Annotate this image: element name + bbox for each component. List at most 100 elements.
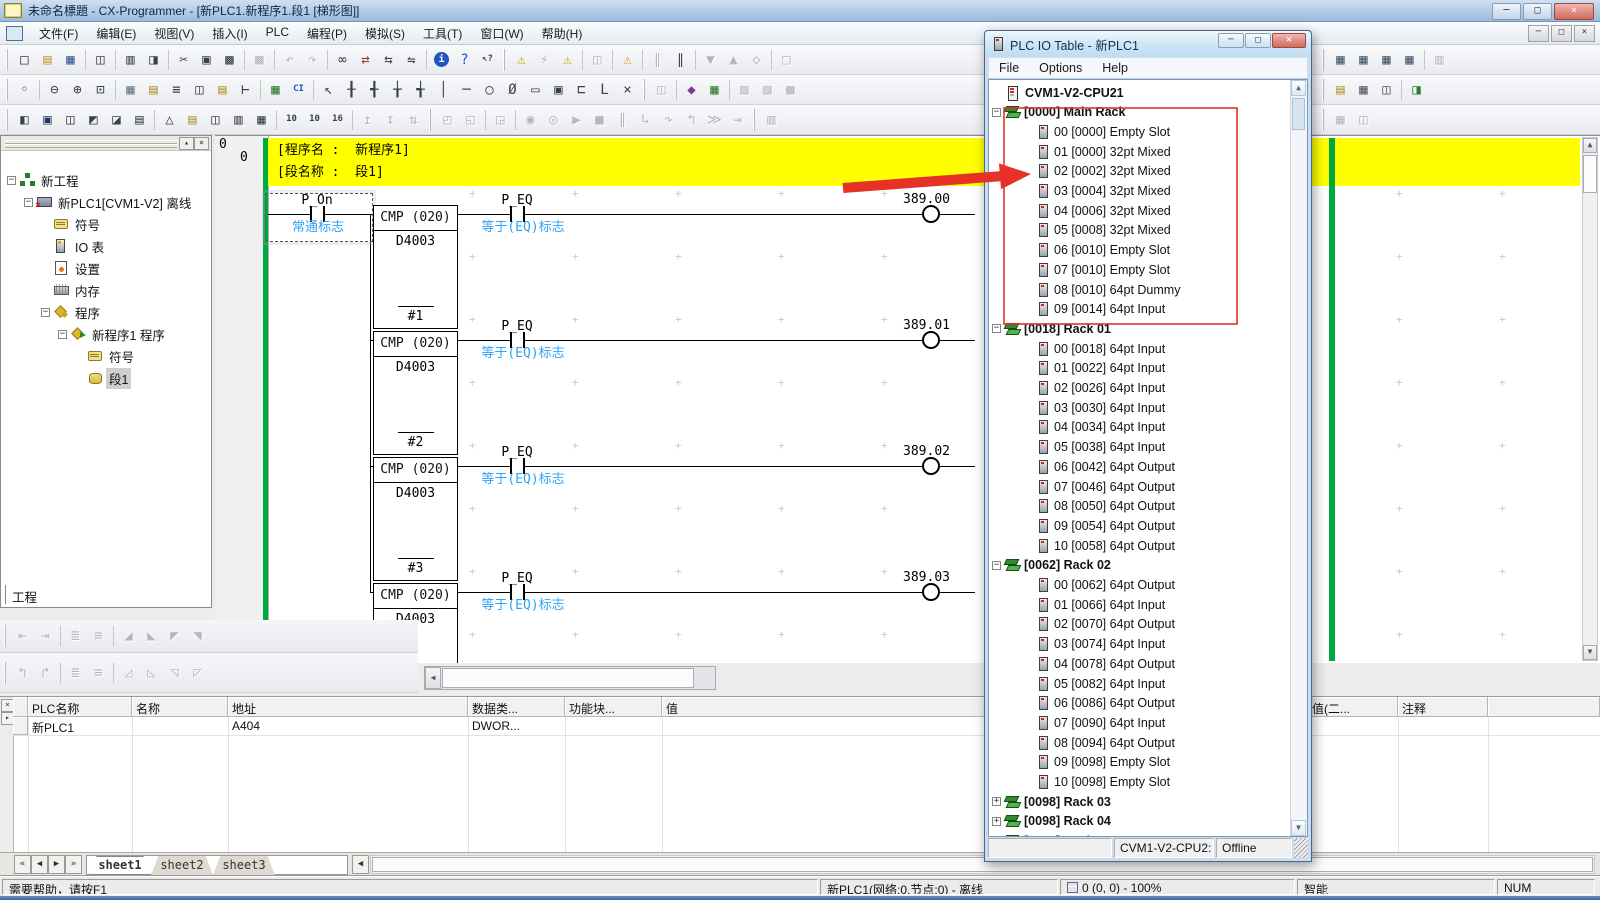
io-tree-slot[interactable]: 03 [0030] 64pt Input [989,398,1289,417]
io-tree-slot[interactable]: 07 [0010] Empty Slot [989,260,1289,279]
project-tree-plc1[interactable]: −新PLC1[CVM1-V2] 离线 [24,191,194,213]
slope2-icon[interactable]: ◺ [140,661,163,685]
dialog-scroll-thumb[interactable] [1292,98,1305,130]
step-run-icon[interactable]: ↳ [634,108,657,132]
watch-tab3-icon[interactable]: ▩ [779,78,802,102]
dialog-menu-file[interactable]: File [989,59,1029,77]
project-tab[interactable]: 工程 [5,585,53,604]
watch-cell[interactable]: DWOR... [472,717,563,737]
rung-comment-list-icon[interactable]: ≣ [64,624,87,648]
io-tree-slot[interactable]: 07 [0090] 64pt Input [989,713,1289,732]
shift-right-icon[interactable]: ↱ [34,661,57,685]
project-tree-io-table[interactable]: IO 表 [41,235,107,257]
new-contact-nc-icon[interactable]: ╉ [363,78,386,102]
io-tree-slot[interactable]: 01 [0000] 32pt Mixed [989,142,1289,161]
io-tree-slot[interactable]: 07 [0046] 64pt Output [989,477,1289,496]
symbol-list-icon[interactable]: ≡ [165,78,188,102]
new-coil-icon[interactable]: ○ [478,78,501,102]
menu-item-insert[interactable]: 插入(I) [203,22,256,45]
compile-all-icon[interactable]: ⚡ [533,48,556,72]
new-file-icon[interactable]: □ [13,48,36,72]
ci-icon[interactable]: CI [287,78,310,102]
delete-line-icon[interactable]: × [616,78,639,102]
watch-cell[interactable]: A404 [232,717,466,737]
context-help-icon[interactable]: ↖? [476,48,499,72]
io-tree-rack[interactable]: +[0098] Rack 04 [989,812,1289,831]
display-decimal-icon[interactable]: 10 [280,108,303,132]
first-sheet-icon[interactable]: « [14,855,31,874]
zoom-in-icon[interactable]: ⊕ [66,78,89,102]
menu-item-edit[interactable]: 编辑(E) [87,22,145,45]
sheet-tab-1[interactable]: sheet1 [89,856,151,875]
go-rung-down-icon[interactable]: ◣ [140,624,163,648]
toggle-output-window-icon[interactable]: ▣ [36,108,59,132]
show-comments-icon[interactable]: ▤ [142,78,165,102]
select-tool-icon[interactable]: ↖ [317,78,340,102]
io-tree-slot[interactable]: 04 [0006] 32pt Mixed [989,201,1289,220]
new-coil-nc-icon[interactable]: Ø [501,78,524,102]
io-tree-cpu[interactable]: CVM1-V2-CPU21 [989,83,1289,102]
project-tree-memory[interactable]: 内存 [41,279,103,301]
io-tree-slot[interactable]: 06 [0086] 64pt Output [989,694,1289,713]
step-out-icon[interactable]: ↰ [680,108,703,132]
connect-line-icon[interactable]: L [593,78,616,102]
dialog-scrollbar[interactable]: ▲ ▼ [1290,80,1307,836]
address-ref-icon[interactable]: ◫ [1375,78,1398,102]
selection-box[interactable] [265,193,373,242]
project-tree-symbols[interactable]: 符号 [41,213,103,235]
program-transfer-from-icon[interactable]: ◱ [459,108,482,132]
run-icon[interactable]: ▶ [565,108,588,132]
io-tree-slot[interactable]: 08 [0050] 64pt Output [989,497,1289,516]
open-file-icon[interactable]: ▤ [36,48,59,72]
paste-icon[interactable]: ▩ [218,48,241,72]
info-icon[interactable]: i [434,52,449,67]
tree-expand-icon[interactable]: − [992,108,1001,117]
print-preview-icon[interactable]: ◨ [142,48,165,72]
local-symbol-table-icon[interactable]: ▤ [211,78,234,102]
io-tree-slot[interactable]: 00 [0062] 64pt Output [989,576,1289,595]
plc-clock-icon[interactable]: ▦ [1398,48,1421,72]
toggle-watch-window-icon[interactable]: ◫ [59,108,82,132]
shift-left-icon[interactable]: ↰ [11,661,34,685]
prev-sheet-icon[interactable]: ◀ [31,855,48,874]
stop-icon[interactable]: ■ [588,108,611,132]
go-rung-up-icon[interactable]: ◢ [117,624,140,648]
output-coil[interactable] [922,331,940,349]
insert-rung-above-icon[interactable]: ⇤ [11,624,34,648]
rung-list-icon[interactable]: ≡ [87,624,110,648]
pause-window-icon[interactable]: ◫ [650,78,673,102]
print-icon[interactable]: ▥ [119,48,142,72]
find-symbol-icon[interactable]: △ [158,108,181,132]
project-tree-program1[interactable]: −新程序1 程序 [58,323,168,345]
undo-icon[interactable]: ↶ [278,48,301,72]
io-tree-slot[interactable]: 10 [0058] 64pt Output [989,536,1289,555]
slope3-icon[interactable]: ◹ [163,661,186,685]
continuous-run-icon[interactable]: ≫ [703,108,726,132]
data-trace-window-icon[interactable]: ▦ [703,78,726,102]
grid-toggle-icon[interactable]: ▦ [119,78,142,102]
menu-item-simulation[interactable]: 模拟(S) [356,22,414,45]
new-contact-icon[interactable]: ╂ [340,78,363,102]
watch-tab1-icon[interactable]: ▧ [733,78,756,102]
tree-expand-icon[interactable]: − [992,561,1001,570]
sheet-tab-2[interactable]: sheet2 [151,856,213,875]
io-tree-rack[interactable]: −[0062] Rack 02 [989,556,1289,575]
project-tree-settings[interactable]: 设置 [41,257,103,279]
panel-grip[interactable]: ▴ × [1,136,211,151]
display-hex-icon[interactable]: 16 [326,108,349,132]
mdi-close-button[interactable]: × [1574,25,1595,42]
toggle-address-window-icon[interactable]: ◪ [105,108,128,132]
zoom-100-icon[interactable]: ⊡ [89,78,112,102]
dialog-titlebar[interactable]: PLC IO Table - 新PLC1 ─ □ × [985,31,1311,57]
datalink-icon[interactable]: ◲ [489,108,512,132]
align-icon[interactable]: ≣ [64,661,87,685]
find-in-project-icon[interactable]: ⇆ [377,48,400,72]
help-icon[interactable]: ? [453,48,476,72]
next-sheet-icon[interactable]: ▶ [48,855,65,874]
menu-item-view[interactable]: 视图(V) [145,22,203,45]
partial-transfer-icon[interactable]: □ [775,48,798,72]
force-on-icon[interactable]: ◉ [519,108,542,132]
page-setup-icon[interactable]: ◫ [89,48,112,72]
work-online-icon[interactable]: ◫ [586,48,609,72]
hierarchy-icon[interactable]: ⊢ [234,78,257,102]
